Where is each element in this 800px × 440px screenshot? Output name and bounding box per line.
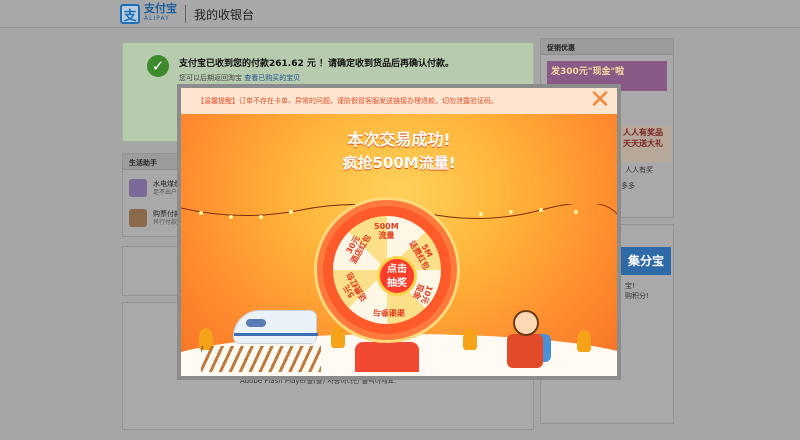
page-overlay: 支 支付宝 ALIPAY 我的收银台 ✓ 支付宝已收到您的付款261.62 元 … [0,0,800,440]
wheel-segment: 谢谢参与 [373,308,405,317]
check-icon: ✓ [147,55,169,77]
jifenbao-sub2: 购积分! [625,292,649,300]
draw-label: 点击 抽奖 [387,264,407,289]
alipay-logo[interactable]: 支 支付宝 ALIPAY 我的收银台 [120,3,254,25]
more-link[interactable]: 多多 [621,181,635,191]
success-sub: 您可以后期返回淘宝 查看已购买的宝贝 [179,73,300,83]
view-purchased-link[interactable]: 查看已购买的宝贝 [244,74,300,82]
prize-line: 人人有奖品 [623,128,663,137]
lottery-modal: 【温馨提醒】订单不存在卡单、异常的问题，谨防假冒客服发送链接办理退款，切勿泄露验… [177,84,621,380]
prize-promo-banner[interactable]: 人人有奖品 天天送大礼 [621,125,671,163]
tickets-icon [129,209,147,227]
side-box [122,246,182,296]
railway-track [201,346,321,372]
promo-title: 促销优惠 [541,39,673,55]
logo-en: ALIPAY [144,15,170,22]
wheel-segments: 500M 流量 5M 话费红包 10元 现金 谢谢参与 5元 话费红包 30元 … [333,216,441,324]
page-title: 我的收银台 [194,7,255,22]
wheel-stand [355,342,419,372]
jifenbao-sub1: 宝! [625,282,635,290]
headline-success: 本次交易成功! [347,130,451,149]
boy-illustration [499,310,555,374]
alipay-logo-icon: 支 [120,4,140,24]
lottery-stage: 本次交易成功! 疯抢500M流量! 500M 流量 5M 话费红包 10元 现金… [181,114,617,376]
train-icon [233,310,318,344]
success-message: 支付宝已收到您的付款261.62 元 ！请确定收到货品后再确认付款。 [179,59,454,69]
logo-text: 支付宝 ALIPAY [144,2,177,24]
utilities-icon [129,179,147,197]
close-icon[interactable]: ✕ [589,88,611,113]
jifenbao-banner[interactable]: 集分宝 [621,247,671,275]
prize-wheel[interactable]: 500M 流量 5M 话费红包 10元 现金 谢谢参与 5元 话费红包 30元 … [317,200,457,340]
draw-button[interactable]: 点击 抽奖 [377,256,417,296]
wheel-segment: 5元 话费红包 [341,270,369,303]
header: 支 支付宝 ALIPAY 我的收银台 [0,0,800,28]
header-divider [185,5,186,23]
logo-cn: 支付宝 [144,2,177,15]
wheel-segment: 30元 酒店红包 [344,233,373,266]
tree-icon [331,326,345,348]
warm-reminder-notice: 【温馨提醒】订单不存在卡单、异常的问题，谨防假冒客服发送链接办理退款，切勿泄露验… [181,88,617,114]
prize-sub: 人人有奖 [625,166,653,174]
tree-icon [463,328,477,350]
wheel-segment: 500M 流量 [374,222,399,240]
prize-line: 天天送大礼 [623,139,663,148]
success-sub-text: 您可以后期返回淘宝 [179,74,242,82]
tree-icon [577,330,591,352]
headline-traffic: 疯抢500M流量! [342,154,456,172]
